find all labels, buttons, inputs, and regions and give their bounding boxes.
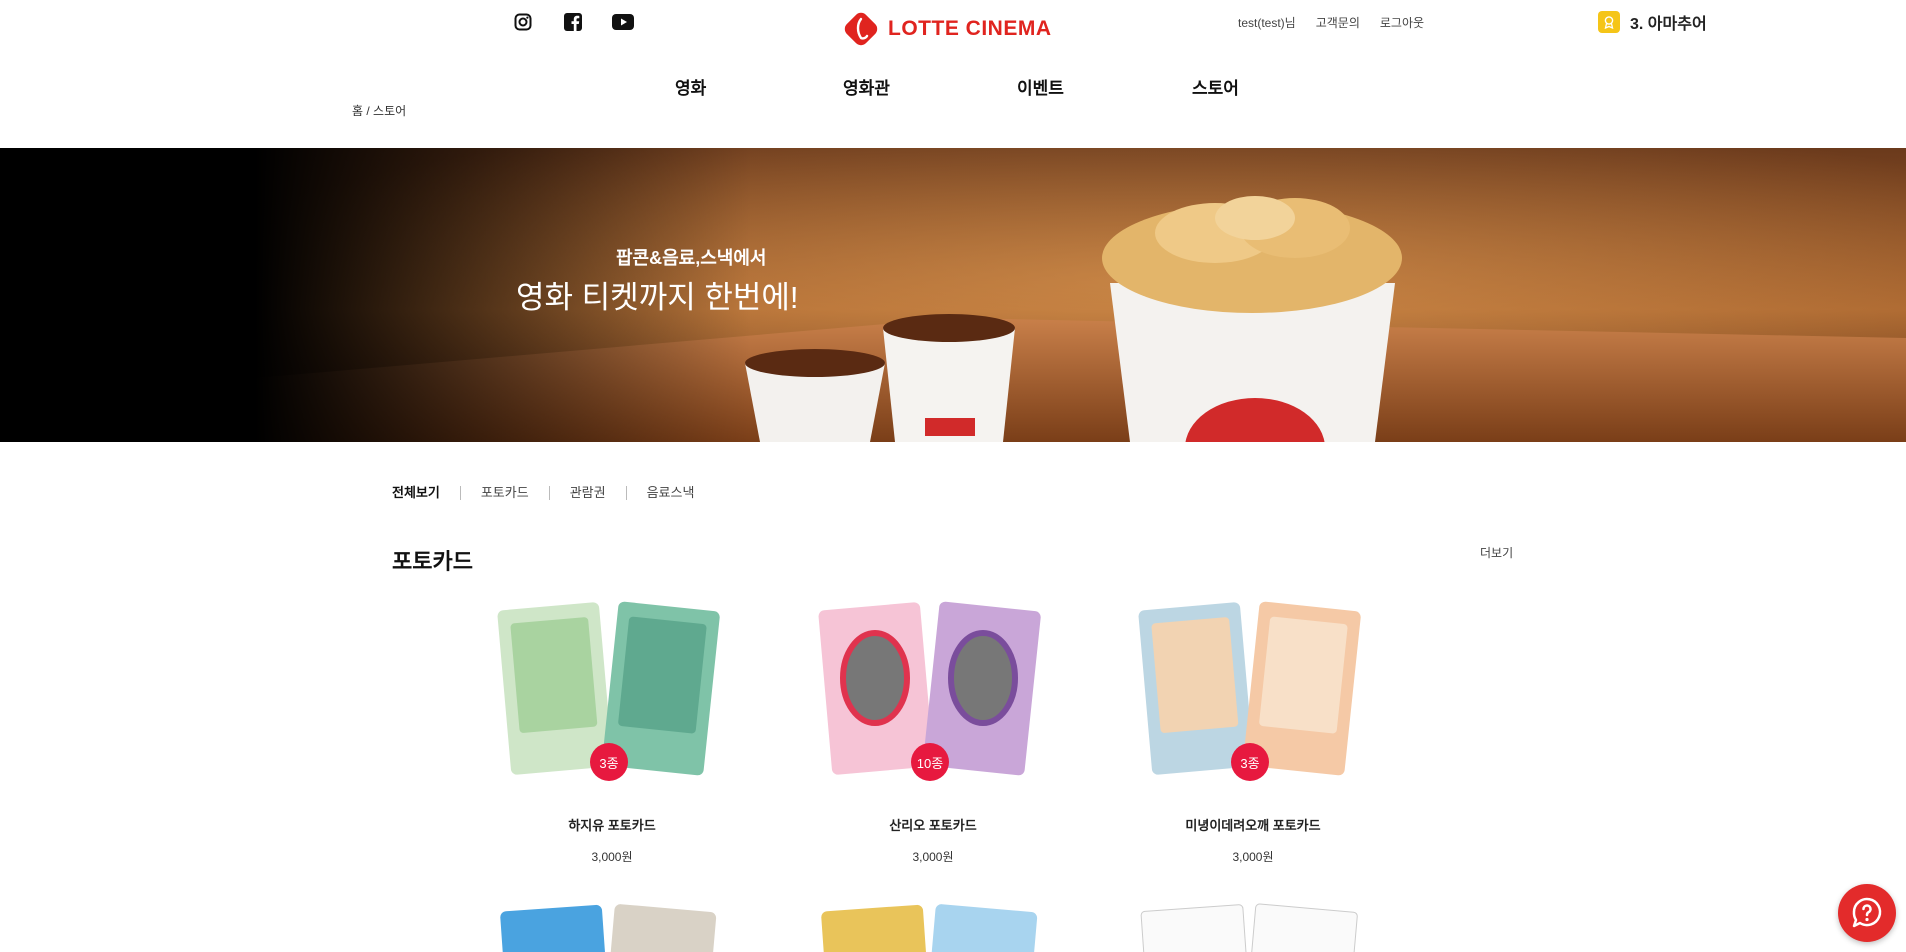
customer-inquiry-link[interactable]: 고객문의 — [1316, 14, 1360, 31]
variant-count-badge: 3종 — [1231, 743, 1269, 781]
instagram-icon[interactable] — [510, 10, 536, 34]
logo-mark-icon — [844, 12, 878, 46]
breadcrumb: 홈 / 스토어 — [352, 104, 407, 118]
store-banner[interactable]: 팝콘&음료,스낵에서 영화 티켓까지 한번에! — [0, 148, 1906, 442]
tab-all[interactable]: 전체보기 — [392, 486, 460, 500]
medal-icon — [1598, 11, 1620, 33]
logout-link[interactable]: 로그아웃 — [1380, 14, 1424, 31]
banner-copy-small: 팝콘&음료,스낵에서 — [616, 248, 767, 268]
product-card[interactable]: 3종 미녕이데려오깨 포토카드 3,000원 — [1123, 598, 1383, 865]
variant-count-badge: 10종 — [911, 743, 949, 781]
nav-movie[interactable]: 영화 — [675, 74, 706, 99]
site-header: LOTTE CINEMA test(test)님 고객문의 로그아웃 3. 아마… — [0, 0, 1906, 148]
product-price: 3,000원 — [912, 850, 954, 864]
lotte-cinema-logo[interactable]: LOTTE CINEMA — [842, 10, 1052, 48]
product-card[interactable] — [1123, 900, 1383, 952]
member-grade[interactable]: 3. 아마추어 — [1598, 10, 1707, 34]
product-card[interactable] — [482, 900, 742, 952]
product-name: 하지유 포토카드 — [568, 818, 656, 833]
help-question-icon — [1852, 897, 1882, 928]
product-name: 미녕이데려오깨 포토카드 — [1185, 818, 1321, 833]
member-grade-label: 3. 아마추어 — [1630, 16, 1707, 33]
banner-popcorn-drinks-image — [255, 148, 1906, 442]
product-card[interactable]: 3종 하지유 포토카드 3,000원 — [482, 598, 742, 865]
help-chat-button[interactable] — [1838, 884, 1896, 942]
product-card[interactable] — [803, 900, 1063, 952]
logo-text: LOTTE CINEMA — [888, 17, 1052, 40]
product-image — [821, 904, 1038, 952]
tab-ticket[interactable]: 관람권 — [548, 486, 626, 500]
product-image — [1140, 903, 1358, 952]
facebook-icon[interactable] — [560, 10, 586, 34]
nav-store[interactable]: 스토어 — [1192, 74, 1239, 99]
user-name-link[interactable]: test(test)님 — [1238, 14, 1296, 31]
variant-count-badge: 3종 — [590, 743, 628, 781]
social-links — [510, 10, 636, 34]
tab-drink-snack[interactable]: 음료스낵 — [625, 486, 715, 500]
youtube-icon[interactable] — [610, 10, 636, 34]
product-image — [500, 904, 717, 952]
utility-links: test(test)님 고객문의 로그아웃 — [1238, 14, 1424, 31]
nav-theater[interactable]: 영화관 — [843, 74, 890, 99]
category-tabs: 전체보기 포토카드 관람권 음료스낵 — [392, 486, 714, 500]
product-name: 산리오 포토카드 — [889, 818, 977, 833]
product-price: 3,000원 — [1232, 850, 1274, 864]
more-link[interactable]: 더보기 — [1480, 544, 1513, 561]
banner-copy-large: 영화 티켓까지 한번에! — [516, 280, 799, 315]
nav-event[interactable]: 이벤트 — [1017, 74, 1064, 99]
product-price: 3,000원 — [591, 850, 633, 864]
product-card[interactable]: 10종 산리오 포토카드 3,000원 — [803, 598, 1063, 865]
tab-photocard[interactable]: 포토카드 — [459, 486, 549, 500]
section-title: 포토카드 — [392, 549, 473, 574]
